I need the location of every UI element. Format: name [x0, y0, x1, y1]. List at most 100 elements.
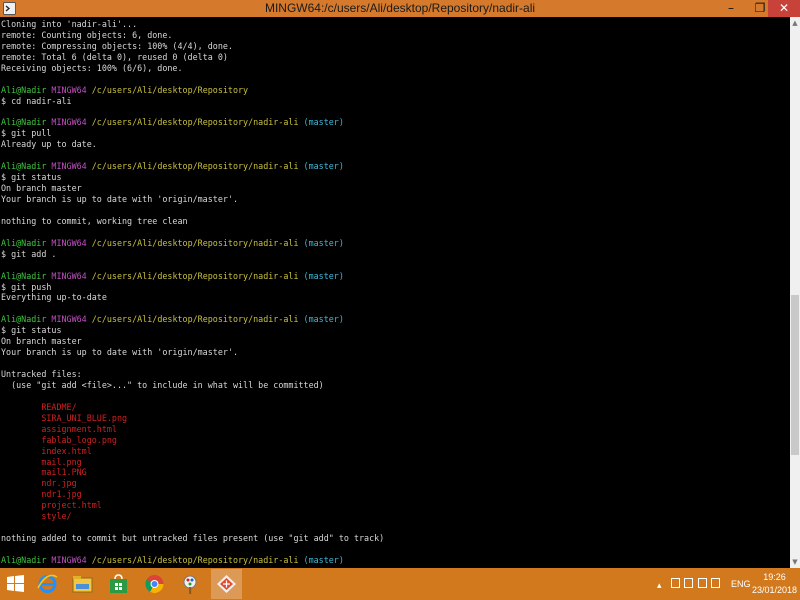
terminal-path-text: /c/users/Ali/desktop/Repository/nadir-al…	[91, 161, 299, 172]
terminal-line: Ali@Nadir MINGW64 /c/users/Ali/desktop/R…	[1, 85, 790, 96]
taskbar: ▴ ENG 19:26 23/01/2018	[0, 568, 800, 600]
terminal-text: $ git pull	[1, 128, 52, 139]
terminal-line: Ali@Nadir MINGW64 /c/users/Ali/desktop/R…	[1, 117, 790, 128]
minimize-button[interactable]: –	[718, 0, 744, 17]
terminal-line: style/	[1, 511, 790, 522]
terminal-text: nothing added to commit but untracked fi…	[1, 533, 385, 544]
terminal-red-text: README/	[1, 401, 77, 412]
terminal-line: fablab_logo.png	[1, 435, 790, 446]
chrome-icon	[145, 575, 164, 594]
terminal-line: $ git pull	[1, 128, 790, 139]
taskbar-clock[interactable]: 19:26 23/01/2018	[752, 571, 797, 600]
show-hidden-icons-icon[interactable]: ▴	[657, 580, 666, 590]
terminal-line: remote: Total 6 (delta 0), reused 0 (del…	[1, 52, 790, 63]
terminal-env-text: MINGW64	[51, 554, 92, 565]
taskbar-git-bash[interactable]	[211, 569, 242, 599]
terminal-line: $ git status	[1, 172, 790, 183]
input-language[interactable]: ENG	[731, 579, 751, 600]
terminal-env-text: MINGW64	[51, 161, 92, 172]
battery-icon[interactable]	[684, 578, 694, 588]
terminal-text: remote: Compressing objects: 100% (4/4),…	[1, 40, 233, 51]
terminal-line: nothing to commit, working tree clean	[1, 216, 790, 227]
scroll-up-icon[interactable]: ▲	[790, 17, 800, 29]
terminal-line: (use "git add <file>..." to include in w…	[1, 380, 790, 391]
volume-icon[interactable]	[711, 578, 721, 588]
terminal-line: Ali@Nadir MINGW64 /c/users/Ali/desktop/R…	[1, 161, 790, 172]
terminal-branch-text: (master)	[298, 161, 344, 172]
terminal-line: README/	[1, 402, 790, 413]
file-explorer-icon	[72, 576, 93, 593]
terminal-line: Ali@Nadir MINGW64 /c/users/Ali/desktop/R…	[1, 314, 790, 325]
terminal-output[interactable]: Cloning into 'nadir-ali'... remote: Count…	[0, 17, 790, 568]
terminal-path-text: /c/users/Ali/desktop/Repository/nadir-al…	[91, 270, 299, 281]
terminal-line: $ cd nadir-ali	[1, 96, 790, 107]
terminal-red-text: ndr.jpg	[1, 478, 77, 489]
terminal-red-text: ndr1.jpg	[1, 489, 82, 500]
terminal-line: nothing added to commit but untracked fi…	[1, 533, 790, 544]
terminal-line: Your branch is up to date with 'origin/m…	[1, 347, 790, 358]
terminal-env-text: MINGW64	[51, 117, 92, 128]
terminal-line: Ali@Nadir MINGW64 /c/users/Ali/desktop/R…	[1, 555, 790, 566]
terminal-user-text: Ali@Nadir	[1, 314, 52, 325]
terminal-user-text: Ali@Nadir	[1, 237, 52, 248]
terminal-line: Ali@Nadir MINGW64 /c/users/Ali/desktop/R…	[1, 271, 790, 282]
terminal-red-text: fablab_logo.png	[1, 434, 117, 445]
terminal-env-text: MINGW64	[51, 314, 92, 325]
terminal-text: Cloning into 'nadir-ali'...	[1, 19, 138, 29]
terminal-line: Your branch is up to date with 'origin/m…	[1, 194, 790, 205]
terminal-line: ndr1.jpg	[1, 489, 790, 500]
taskbar-chrome[interactable]	[139, 569, 170, 599]
close-button[interactable]: ✕	[768, 0, 800, 17]
system-tray-icons[interactable]: ▴	[657, 578, 722, 590]
terminal-text: $ git add .	[1, 248, 57, 259]
terminal-text: Your branch is up to date with 'origin/m…	[1, 194, 238, 204]
start-button[interactable]	[0, 569, 31, 599]
terminal-text: Already up to date.	[1, 139, 97, 150]
window-title-bar[interactable]: MINGW64:/c/users/Ali/desktop/Repository/…	[0, 0, 800, 17]
terminal-user-text: Ali@Nadir	[1, 554, 52, 565]
terminal-lines: Cloning into 'nadir-ali'... remote: Count…	[0, 17, 790, 566]
terminal-text: Receiving objects: 100% (6/6), done.	[1, 62, 183, 73]
scrollbar-thumb[interactable]	[791, 295, 799, 455]
terminal-line: Everything up-to-date	[1, 292, 790, 303]
taskbar-store[interactable]	[103, 569, 134, 599]
internet-explorer-icon	[37, 574, 58, 593]
terminal-line: assignment.html	[1, 424, 790, 435]
terminal-user-text: Ali@Nadir	[1, 161, 52, 172]
window-title: MINGW64:/c/users/Ali/desktop/Repository/…	[264, 1, 536, 15]
terminal-red-text: project.html	[1, 500, 102, 511]
terminal-branch-text: (master)	[298, 117, 344, 128]
terminal-path-text: /c/users/Ali/desktop/Repository/nadir-al…	[91, 314, 299, 325]
terminal-line: Already up to date.	[1, 139, 790, 150]
terminal-text: $ git status	[1, 172, 62, 183]
terminal-text: (use "git add <file>..." to include in w…	[1, 379, 324, 390]
taskbar-file-explorer[interactable]	[67, 569, 98, 599]
vertical-scrollbar[interactable]: ▲ ▼	[790, 17, 800, 568]
terminal-text: Everything up-to-date	[1, 292, 107, 303]
taskbar-paint[interactable]	[175, 569, 206, 599]
terminal-red-text: index.html	[1, 445, 92, 456]
clock-time: 19:26	[763, 572, 786, 582]
terminal-line: remote: Compressing objects: 100% (4/4),…	[1, 41, 790, 52]
taskbar-internet-explorer[interactable]	[32, 569, 63, 599]
scroll-down-icon[interactable]: ▼	[790, 556, 800, 568]
terminal-text: $ cd nadir-ali	[1, 95, 72, 106]
terminal-text: $ git status	[1, 325, 62, 336]
network-signal-icon[interactable]	[697, 578, 707, 588]
terminal-line: $ git add .	[1, 249, 790, 260]
terminal-text: nothing to commit, working tree clean	[1, 215, 188, 226]
terminal-branch-text: (master)	[298, 270, 344, 281]
terminal-env-text: MINGW64	[51, 84, 92, 95]
action-center-flag-icon[interactable]	[670, 578, 680, 588]
terminal-path-text: /c/users/Ali/desktop/Repository/nadir-al…	[91, 237, 299, 248]
clock-date: 23/01/2018	[752, 585, 798, 595]
terminal-text: $ git push	[1, 281, 52, 292]
terminal-path-text: /c/users/Ali/desktop/Repository	[91, 84, 249, 95]
terminal-line: mail1.PNG	[1, 467, 790, 478]
